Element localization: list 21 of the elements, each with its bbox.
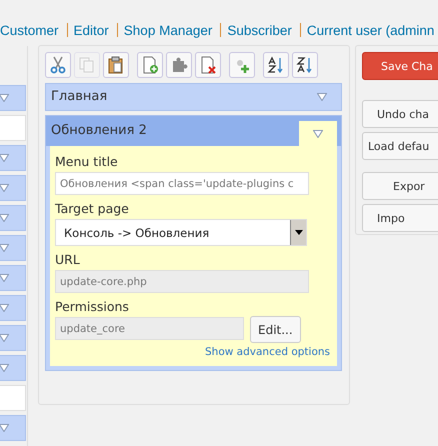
- save-button[interactable]: Save Cha: [362, 52, 438, 80]
- text-field[interactable]: update_core: [55, 317, 244, 340]
- role-link[interactable]: Subscriber: [227, 22, 292, 38]
- role-link[interactable]: Customer: [0, 22, 59, 38]
- edit-button[interactable]: Edit...: [250, 316, 301, 343]
- field-label: Menu title: [55, 154, 119, 169]
- role-link[interactable]: Shop Manager: [124, 22, 212, 38]
- select-field[interactable]: Консоль -> Обновления: [55, 219, 307, 246]
- text-field[interactable]: update-core.php: [55, 270, 309, 293]
- text-field[interactable]: Обновления <span class='update-plugins c: [55, 172, 309, 195]
- action-button[interactable]: Load defau: [362, 132, 438, 160]
- action-button[interactable]: Impo: [362, 204, 438, 232]
- field-label: Target page: [55, 201, 130, 216]
- action-button[interactable]: Expor: [362, 172, 438, 200]
- field-label: URL: [55, 252, 81, 267]
- role-link[interactable]: Editor: [74, 22, 109, 38]
- action-button[interactable]: Undo cha: [362, 100, 438, 128]
- role-link[interactable]: Current user (adminn: [306, 22, 434, 38]
- advanced-options-link[interactable]: Show advanced options: [55, 346, 330, 358]
- field-label: Permissions: [55, 299, 130, 314]
- menu-item-title[interactable]: Главная: [51, 89, 108, 110]
